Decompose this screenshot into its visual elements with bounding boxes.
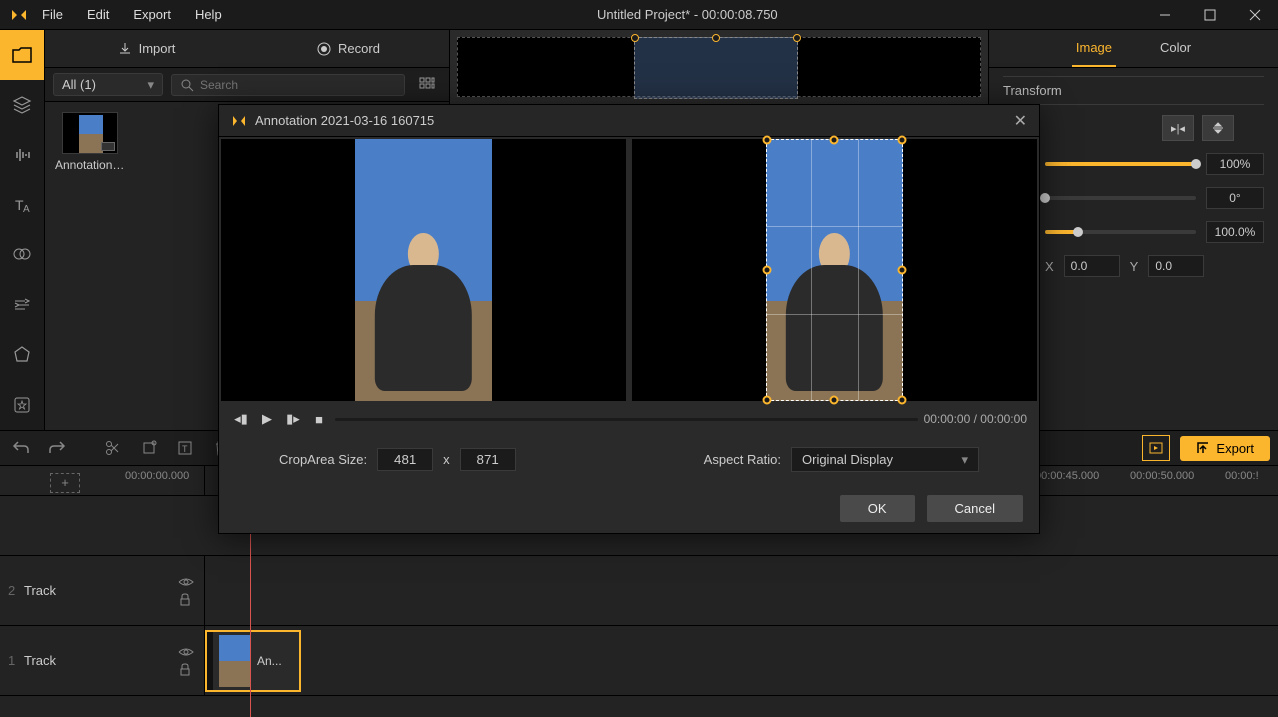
flip-vertical-button[interactable] bbox=[1202, 115, 1234, 141]
rotate-value[interactable]: 0° bbox=[1206, 187, 1264, 209]
redo-button[interactable] bbox=[44, 435, 70, 461]
crop-dialog: Annotation 2021-03-16 160715 ✕ bbox=[218, 104, 1040, 534]
rail-text[interactable]: TA bbox=[0, 180, 44, 230]
position-x-input[interactable] bbox=[1064, 255, 1120, 277]
dialog-close-button[interactable]: ✕ bbox=[1014, 111, 1027, 131]
crop-width-input[interactable] bbox=[377, 448, 433, 471]
maximize-button[interactable] bbox=[1188, 0, 1233, 30]
video-crop-preview[interactable] bbox=[632, 139, 1037, 401]
tab-color[interactable]: Color bbox=[1156, 30, 1195, 67]
rail-layers[interactable] bbox=[0, 80, 44, 130]
app-logo bbox=[10, 6, 28, 24]
marker-button[interactable]: T bbox=[172, 435, 198, 461]
cancel-button[interactable]: Cancel bbox=[927, 495, 1023, 522]
section-transform: Transform bbox=[1003, 76, 1264, 105]
media-filter-dropdown[interactable]: All (1) bbox=[53, 73, 163, 96]
rail-audio[interactable] bbox=[0, 130, 44, 180]
minimize-button[interactable] bbox=[1143, 0, 1188, 30]
search-box[interactable] bbox=[171, 74, 405, 96]
tab-import-label: Import bbox=[139, 41, 176, 56]
add-track-button[interactable]: + bbox=[50, 473, 80, 493]
y-label: Y bbox=[1130, 259, 1139, 274]
aspect-ratio-label: Aspect Ratio: bbox=[704, 452, 781, 467]
tab-record-label: Record bbox=[338, 41, 380, 56]
menu-file[interactable]: File bbox=[32, 3, 73, 26]
crop-button[interactable] bbox=[136, 435, 162, 461]
playback-time: 00:00:00 / 00:00:00 bbox=[924, 412, 1027, 426]
play-button[interactable]: ▶ bbox=[257, 409, 277, 429]
rail-media[interactable] bbox=[0, 30, 44, 80]
rail-transitions[interactable] bbox=[0, 280, 44, 330]
step-forward-button[interactable]: ▮▸ bbox=[283, 409, 303, 429]
media-item-label: Annotation ... bbox=[55, 158, 125, 172]
export-button[interactable]: Export bbox=[1180, 436, 1270, 461]
menu-export[interactable]: Export bbox=[123, 3, 181, 26]
selection-rect[interactable] bbox=[634, 37, 798, 99]
app-logo-icon bbox=[231, 113, 247, 129]
timeline-clip[interactable]: An... bbox=[205, 630, 301, 692]
preview-canvas[interactable] bbox=[457, 37, 981, 97]
menu-help[interactable]: Help bbox=[185, 3, 232, 26]
record-icon bbox=[316, 41, 332, 57]
grid-view-button[interactable] bbox=[413, 73, 441, 97]
track-2-header[interactable]: 2 Track bbox=[0, 556, 204, 626]
rotate-slider[interactable] bbox=[1045, 196, 1196, 200]
crop-overlay[interactable] bbox=[766, 139, 904, 401]
opacity-value[interactable]: 100% bbox=[1206, 153, 1264, 175]
svg-text:T: T bbox=[182, 444, 188, 454]
rail-effects[interactable] bbox=[0, 230, 44, 280]
aspect-ratio-dropdown[interactable]: Original Display bbox=[791, 447, 979, 472]
import-icon bbox=[117, 41, 133, 57]
crop-height-input[interactable] bbox=[460, 448, 516, 471]
dialog-title: Annotation 2021-03-16 160715 bbox=[255, 113, 434, 128]
scale-value[interactable]: 100.0% bbox=[1206, 221, 1264, 243]
tab-image[interactable]: Image bbox=[1072, 30, 1116, 67]
menu-edit[interactable]: Edit bbox=[77, 3, 119, 26]
window-title: Untitled Project* - 00:00:08.750 bbox=[597, 7, 778, 22]
rail-favorites[interactable] bbox=[0, 380, 44, 430]
stop-button[interactable]: ■ bbox=[309, 409, 329, 429]
titlebar: File Edit Export Help Untitled Project* … bbox=[0, 0, 1278, 30]
rail-elements[interactable] bbox=[0, 330, 44, 380]
media-item[interactable]: Annotation ... bbox=[55, 112, 125, 172]
search-input[interactable] bbox=[200, 78, 396, 92]
step-back-button[interactable]: ◂▮ bbox=[231, 409, 251, 429]
left-rail: TA bbox=[0, 30, 45, 430]
video-original bbox=[221, 139, 626, 401]
tab-import[interactable]: Import bbox=[45, 30, 247, 67]
visibility-icon[interactable] bbox=[178, 646, 194, 658]
visibility-icon[interactable] bbox=[178, 576, 194, 588]
playback-progress[interactable] bbox=[335, 418, 918, 421]
track-1-header[interactable]: 1 Track bbox=[0, 626, 204, 696]
tab-record[interactable]: Record bbox=[247, 30, 449, 67]
crop-size-label: CropArea Size: bbox=[279, 452, 367, 467]
close-button[interactable] bbox=[1233, 0, 1278, 30]
svg-text:A: A bbox=[23, 204, 30, 215]
export-icon bbox=[1196, 441, 1210, 455]
ok-button[interactable]: OK bbox=[840, 495, 915, 522]
split-button[interactable] bbox=[100, 435, 126, 461]
scale-slider[interactable] bbox=[1045, 230, 1196, 234]
lock-icon[interactable] bbox=[178, 592, 194, 606]
search-icon bbox=[180, 78, 194, 92]
x-label: X bbox=[1045, 259, 1054, 274]
opacity-slider[interactable] bbox=[1045, 162, 1196, 166]
undo-button[interactable] bbox=[8, 435, 34, 461]
flip-horizontal-button[interactable]: ▸|◂ bbox=[1162, 115, 1194, 141]
lock-icon[interactable] bbox=[178, 662, 194, 676]
export-options-button[interactable] bbox=[1142, 435, 1170, 461]
position-y-input[interactable] bbox=[1148, 255, 1204, 277]
